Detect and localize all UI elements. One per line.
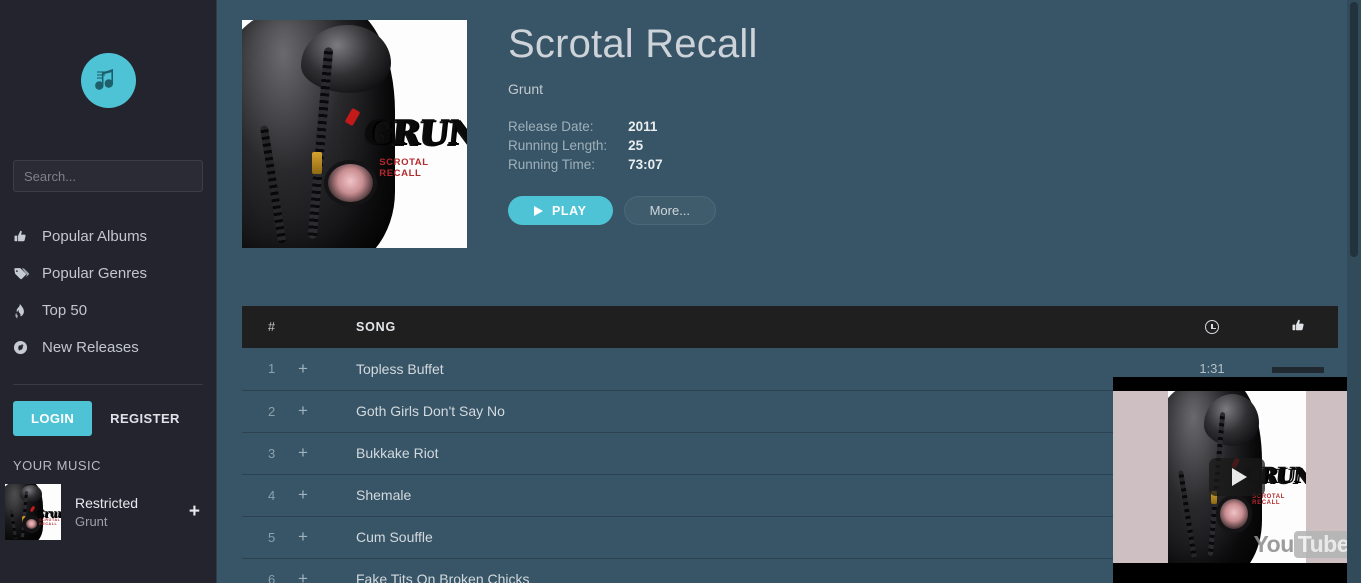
track-title: Topless Buffet [356,360,444,377]
album-header: GRUNT SCROTAL RECALL Scrotal Recall Grun… [242,20,1337,248]
your-music-meta: Restricted Grunt [61,494,189,530]
cover-logo-text: GRUNT [361,113,467,154]
disc-icon [13,340,35,355]
plus-icon[interactable]: + [189,501,203,523]
thumbs-up-icon [1291,319,1306,336]
music-note-icon[interactable] [80,52,136,108]
play-button[interactable]: PLAY [508,196,613,225]
youtube-logo-tube: Tube [1293,531,1353,558]
metadata-row: Running Length: 25 [508,138,663,157]
column-header-number[interactable]: # [242,306,298,348]
play-button-icon[interactable] [1209,458,1265,496]
metadata-row: Running Time: 73:07 [508,157,663,176]
clock-icon [1205,320,1219,335]
track-table-header: # SONG [242,306,1338,348]
sidebar-item-top-50[interactable]: Top 50 [0,292,216,329]
your-music-title: Restricted [75,494,139,511]
album-metadata: Release Date: 2011 Running Length: 25 Ru… [508,119,663,176]
flame-icon [13,303,35,319]
track-title: Cum Souffle [356,529,433,545]
column-header-song[interactable]: SONG [328,306,1166,348]
sidebar-item-popular-albums[interactable]: Popular Albums [0,218,216,255]
search-container [0,160,216,192]
column-header-add [298,306,328,348]
track-title: Shemale [356,487,412,503]
thumbs-up-icon [13,229,35,244]
track-number: 5 [268,529,276,545]
your-music-list-item[interactable]: Grunt SCROTAL RECALL Restricted Grunt + [0,481,216,543]
track-header-row: # SONG [242,306,1338,348]
metadata-key: Running Length: [508,138,608,153]
track-number: 1 [268,361,276,377]
plus-icon[interactable]: + [298,432,328,474]
album-actions: PLAY More... [508,196,1337,225]
plus-icon[interactable]: + [298,558,328,583]
column-header-likes[interactable] [1258,306,1338,348]
your-music-artist: Grunt [75,513,108,529]
login-button[interactable]: LOGIN [13,401,93,436]
metadata-row: Release Date: 2011 [508,119,663,138]
album-thumbnail: Grunt SCROTAL RECALL [5,484,61,540]
sidebar: Popular Albums Popular Genres [0,0,217,583]
vertical-scrollbar-thumb[interactable] [1350,2,1358,257]
sidebar-item-label: Popular Genres [42,265,148,282]
column-header-time[interactable] [1166,306,1258,348]
track-title: Goth Girls Don't Say No [356,403,505,419]
logo-container [0,0,216,160]
youtube-video-frame: GRUNT SCROTAL RECALL You Tube [1113,391,1361,563]
plus-icon[interactable]: + [298,390,328,432]
album-cover-art: GRUNT SCROTAL RECALL [242,20,467,248]
plus-icon[interactable]: + [298,516,328,558]
sidebar-item-label: Top 50 [42,302,88,319]
plus-icon[interactable]: + [298,348,328,390]
tag-icon [13,266,35,281]
sidebar-item-label: New Releases [42,339,139,356]
track-title: Bukkake Riot [356,445,439,461]
auth-buttons: LOGIN REGISTER [0,385,216,436]
sidebar-item-label: Popular Albums [42,228,148,245]
album-artist: Grunt [508,81,544,97]
play-button-label: PLAY [552,203,587,218]
metadata-key: Release Date: [508,119,594,134]
track-number: 3 [268,445,276,461]
metadata-value: 25 [628,138,644,153]
metadata-value: 2011 [628,119,658,134]
track-title: Fake Tits On Broken Chicks [356,571,530,583]
plus-icon[interactable]: + [298,474,328,516]
rating-bar [1272,366,1324,373]
cover-subtitle-text: SCROTAL RECALL [379,156,429,179]
track-number: 2 [268,403,276,419]
app-root: Popular Albums Popular Genres [0,0,1361,583]
youtube-logo: You Tube [1254,531,1353,558]
more-button[interactable]: More... [623,196,717,225]
youtube-logo-you: You [1253,531,1295,557]
sidebar-item-popular-genres[interactable]: Popular Genres [0,255,216,292]
register-button[interactable]: REGISTER [106,401,184,436]
cover-subtitle-text: SCROTAL RECALL [1252,494,1285,507]
track-number: 4 [268,487,276,503]
youtube-video-player[interactable]: GRUNT SCROTAL RECALL You Tube [1113,377,1361,583]
sidebar-nav: Popular Albums Popular Genres Top 50 New… [0,218,216,366]
track-number: 6 [268,571,276,583]
cover-subtitle-text: SCROTAL RECALL [39,517,61,526]
search-input[interactable] [13,160,203,192]
metadata-key: Running Time: [508,157,596,172]
play-triangle-icon [1231,468,1247,486]
sidebar-item-new-releases[interactable]: New Releases [0,329,216,366]
album-title: Scrotal Recall [508,22,758,66]
metadata-value: 73:07 [628,157,663,172]
your-music-heading: YOUR MUSIC [13,458,102,473]
album-info: Scrotal Recall Grunt Release Date: 2011 … [467,20,1337,248]
play-triangle-icon [534,205,543,216]
